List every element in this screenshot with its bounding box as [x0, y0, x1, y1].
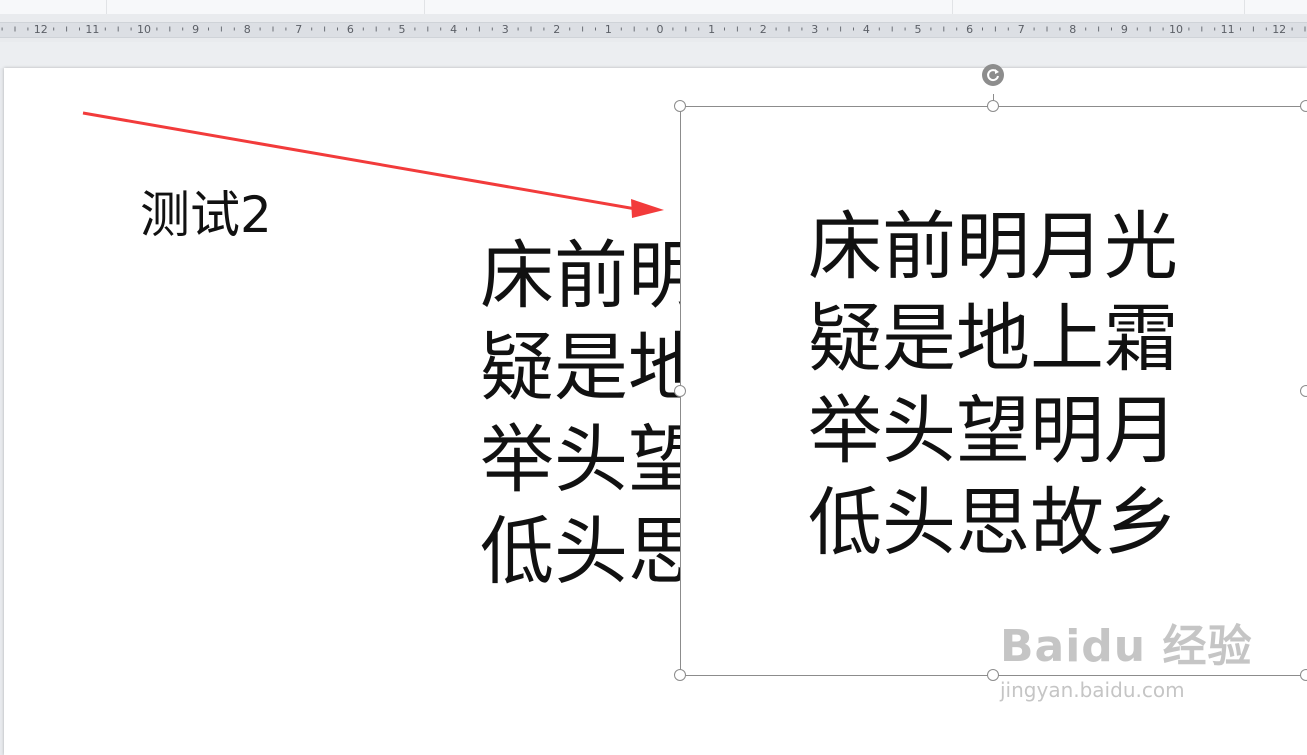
ruler-tick-label: 12	[1272, 23, 1286, 36]
resize-handle-right[interactable]	[1300, 385, 1307, 397]
poem-line: 举头望明月	[808, 388, 1178, 474]
resize-handle-top[interactable]	[987, 100, 999, 112]
rotate-icon	[987, 69, 999, 82]
ruler-tick-label: 11	[1221, 23, 1235, 36]
toolbar-divider	[424, 0, 425, 14]
arrow-head	[631, 199, 664, 218]
resize-handle-top-left[interactable]	[674, 100, 686, 112]
ruler-tick-label: 6	[966, 23, 973, 36]
ruler-tick-label: 3	[502, 23, 509, 36]
ruler-tick-label: 4	[863, 23, 870, 36]
ruler-tick-label: 5	[399, 23, 406, 36]
watermark: Baidu 经验 jingyan.baidu.com	[1000, 610, 1252, 702]
resize-handle-top-right[interactable]	[1300, 100, 1307, 112]
ruler-tick-label: 9	[192, 23, 199, 36]
ruler-tick-label: 4	[450, 23, 457, 36]
page-gap	[0, 42, 1307, 68]
toolbar-divider	[106, 0, 107, 14]
ruler-scale: 12 11 10 9 8 7 6 5 4 3 2 1 0 1 2 3 4 5 6 7 8 9 10 11 12	[1, 23, 1306, 36]
resize-handle-bottom-right[interactable]	[1300, 669, 1307, 681]
resize-handle-left[interactable]	[674, 385, 686, 397]
ruler-tick-label: 2	[553, 23, 560, 36]
resize-handle-bottom[interactable]	[987, 669, 999, 681]
ruler-tick-label: 9	[1121, 23, 1128, 36]
poem-line: 疑是地上霜	[808, 296, 1178, 382]
image-content: 床前明月光 疑是地上霜 举头望明月 低头思故乡	[681, 107, 1307, 675]
toolbar-divider	[1244, 0, 1245, 14]
toolbar-divider	[952, 0, 953, 14]
resize-handle-bottom-left[interactable]	[674, 669, 686, 681]
ruler-tick-label: 8	[1069, 23, 1076, 36]
watermark-logo-text: Baidu 经验	[1000, 621, 1253, 672]
ruler-tick-label: 7	[1018, 23, 1025, 36]
selected-image[interactable]: 床前明月光 疑是地上霜 举头望明月 低头思故乡	[680, 106, 1307, 676]
ruler-tick-label: 3	[811, 23, 818, 36]
ruler-tick-label: 6	[347, 23, 354, 36]
ruler-tick-label: 2	[760, 23, 767, 36]
ruler-tick-label: 1	[708, 23, 715, 36]
image-poem-text: 床前明月光 疑是地上霜 举头望明月 低头思故乡	[808, 201, 1178, 569]
ruler-tick-label: 8	[244, 23, 251, 36]
poem-line: 床前明月光	[808, 204, 1178, 290]
ruler-tick-label: 5	[915, 23, 922, 36]
ruler-tick-label: 1	[605, 23, 612, 36]
ruler-tick-label: 0	[657, 23, 664, 36]
ruler-tick-label: 12	[34, 23, 48, 36]
ruler-tick-label: 10	[1169, 23, 1183, 36]
ruler-tick-label: 11	[85, 23, 99, 36]
horizontal-ruler[interactable]: 12 11 10 9 8 7 6 5 4 3 2 1 0 1 2 3 4 5 6 7 8 9 10 11 12	[0, 14, 1307, 42]
toolbar-strip	[0, 0, 1307, 14]
rotate-handle[interactable]	[982, 64, 1004, 86]
ruler-tick-label: 10	[137, 23, 151, 36]
arrow-annotation[interactable]	[4, 68, 704, 268]
watermark-url: jingyan.baidu.com	[1000, 678, 1185, 702]
poem-line: 低头思故乡	[808, 480, 1178, 566]
arrow-line	[82, 111, 637, 211]
ruler-tick-label: 7	[295, 23, 302, 36]
